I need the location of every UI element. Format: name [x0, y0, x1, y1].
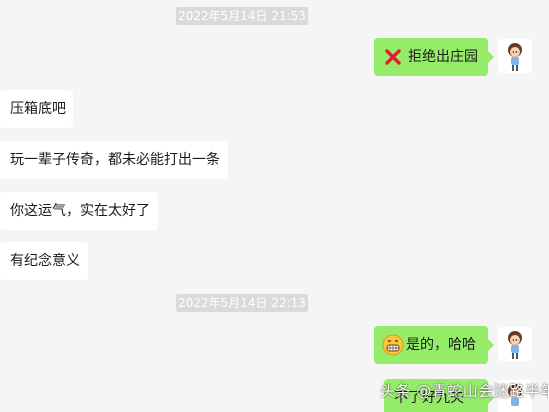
- watermark: 头条 @青蛇山会迷路半年: [380, 382, 549, 400]
- incoming-message[interactable]: 你这运气，实在太好了: [0, 192, 158, 230]
- message-text: 玩一辈子传奇，都未必能打出一条: [10, 152, 220, 168]
- message-text: 有纪念意义: [10, 253, 80, 269]
- cartoon-girl-avatar-icon: [498, 39, 532, 73]
- avatar[interactable]: [498, 39, 532, 73]
- outgoing-message[interactable]: 拒绝出庄园: [374, 38, 494, 76]
- cartoon-girl-avatar-icon: [498, 327, 532, 361]
- grinning-face-icon: [382, 334, 404, 356]
- incoming-message[interactable]: 玩一辈子传奇，都未必能打出一条: [0, 141, 228, 179]
- message-text: 是的，哈哈: [406, 337, 476, 353]
- timestamp: 2022年5月14日 22:13: [176, 294, 308, 312]
- incoming-message[interactable]: 有纪念意义: [0, 242, 88, 280]
- message-text: 你这运气，实在太好了: [10, 203, 150, 219]
- timestamp: 2022年5月14日 21:53: [176, 7, 308, 25]
- cross-mark-icon: [385, 49, 401, 65]
- avatar[interactable]: [498, 327, 532, 361]
- outgoing-message[interactable]: 是的，哈哈: [374, 326, 494, 364]
- message-text: 压箱底吧: [10, 101, 66, 117]
- incoming-message[interactable]: 压箱底吧: [0, 90, 73, 128]
- message-text: 拒绝出庄园: [408, 49, 478, 65]
